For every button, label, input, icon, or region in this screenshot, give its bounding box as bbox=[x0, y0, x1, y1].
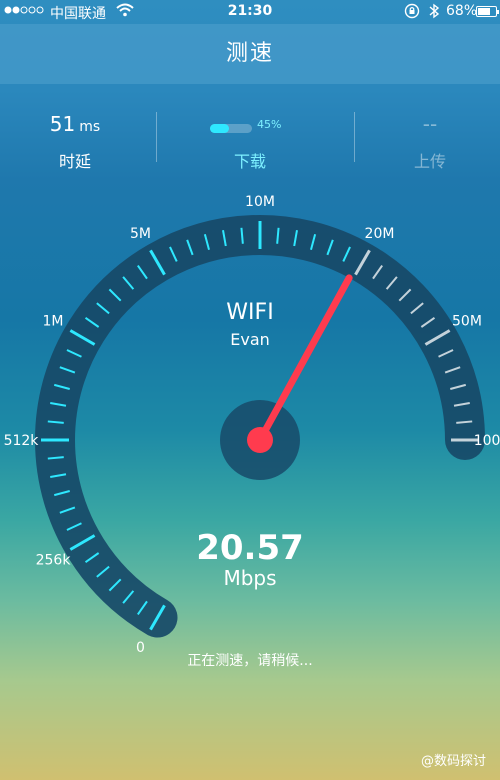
gauge-scale-label: 100+M bbox=[474, 433, 500, 449]
status-message: 正在测速，请稍候... bbox=[187, 653, 313, 669]
network-type: WIFI bbox=[226, 300, 274, 325]
speed-unit: Mbps bbox=[223, 566, 277, 590]
watermark: @数码探讨 bbox=[420, 754, 486, 769]
speed-value: 20.57 bbox=[196, 528, 304, 568]
gauge-tick bbox=[47, 420, 64, 424]
gauge-scale-label: 512k bbox=[4, 433, 40, 449]
gauge-scale-label: 10M bbox=[245, 194, 275, 210]
needle-pivot bbox=[247, 427, 273, 453]
gauge-scale-label: 5M bbox=[130, 226, 151, 242]
gauge-scale-label: 20M bbox=[365, 226, 395, 242]
gauge-tick bbox=[456, 420, 473, 424]
gauge-tick bbox=[240, 227, 244, 244]
gauge-tick bbox=[276, 227, 280, 244]
gauge-tick bbox=[47, 456, 64, 460]
network-ssid: Evan bbox=[230, 330, 270, 349]
